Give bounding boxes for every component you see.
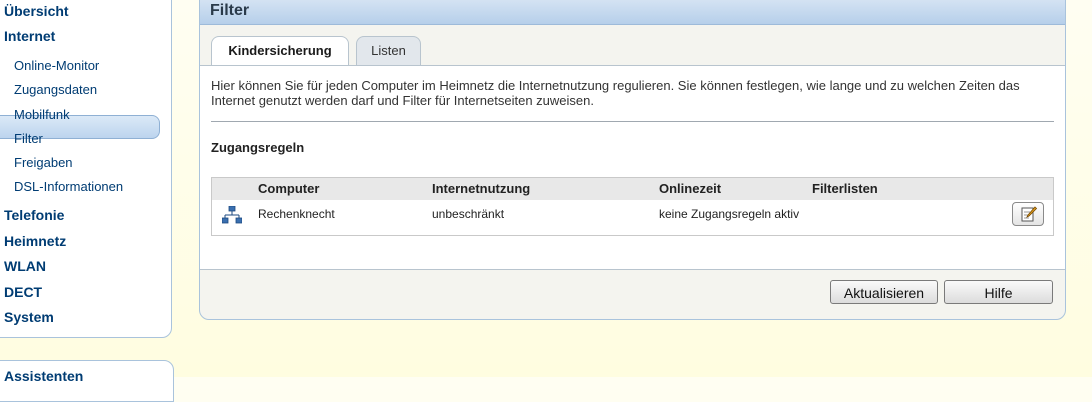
sidebar-item-zugangsdaten[interactable]: Zugangsdaten [14, 82, 97, 97]
sidebar-item-freigaben[interactable]: Freigaben [14, 155, 73, 170]
cell-computer: Rechenknecht [258, 207, 335, 221]
intro-text: Hier können Sie für jeden Computer im He… [211, 78, 1020, 108]
header-internetnutzung: Internetnutzung [432, 181, 531, 196]
edit-icon [1021, 206, 1037, 222]
section-title: Zugangsregeln [211, 140, 305, 155]
header-filterlisten: Filterlisten [812, 181, 878, 196]
help-button[interactable]: Hilfe [944, 280, 1053, 304]
sidebar-item-wlan[interactable]: WLAN [4, 258, 46, 274]
tab-kindersicherung[interactable]: Kindersicherung [211, 36, 349, 67]
header-computer: Computer [258, 181, 320, 196]
sidebar-item-telefonie[interactable]: Telefonie [4, 207, 64, 223]
sidebar-item-dsl-informationen[interactable]: DSL-Informationen [14, 179, 123, 194]
header-onlinezeit: Onlinezeit [659, 181, 722, 196]
edit-button[interactable] [1012, 202, 1044, 226]
sidebar-item-internet[interactable]: Internet [4, 28, 55, 44]
sidebar-item-mobilfunk[interactable]: Mobilfunk [14, 107, 70, 122]
tab-content: Hier können Sie für jeden Computer im He… [200, 65, 1065, 270]
cell-onlinezeit: keine Zugangsregeln aktiv [659, 207, 800, 221]
panel-header: Filter [200, 0, 1065, 25]
sidebar-item-assistenten[interactable]: Assistenten [4, 368, 83, 384]
sidebar-item-online-monitor[interactable]: Online-Monitor [14, 58, 99, 73]
divider [211, 121, 1054, 122]
access-rules-table: Computer Internetnutzung Onlinezeit Filt… [211, 177, 1054, 236]
page-title: Filter [210, 2, 250, 19]
table-header: Computer Internetnutzung Onlinezeit Filt… [212, 178, 1053, 200]
sidebar-item-system[interactable]: System [4, 309, 54, 325]
network-icon [222, 206, 242, 224]
tab-listen[interactable]: Listen [356, 36, 421, 66]
sidebar-item-dect[interactable]: DECT [4, 284, 42, 300]
sidebar-item-heimnetz[interactable]: Heimnetz [4, 233, 66, 249]
sidebar-item-filter[interactable]: Filter [14, 131, 43, 146]
filter-panel: Filter Kindersicherung Listen Hier könne… [199, 0, 1066, 320]
refresh-button[interactable]: Aktualisieren [830, 280, 938, 304]
cell-internetnutzung: unbeschränkt [432, 207, 505, 221]
sidebar-item-uebersicht[interactable]: Übersicht [4, 3, 69, 19]
